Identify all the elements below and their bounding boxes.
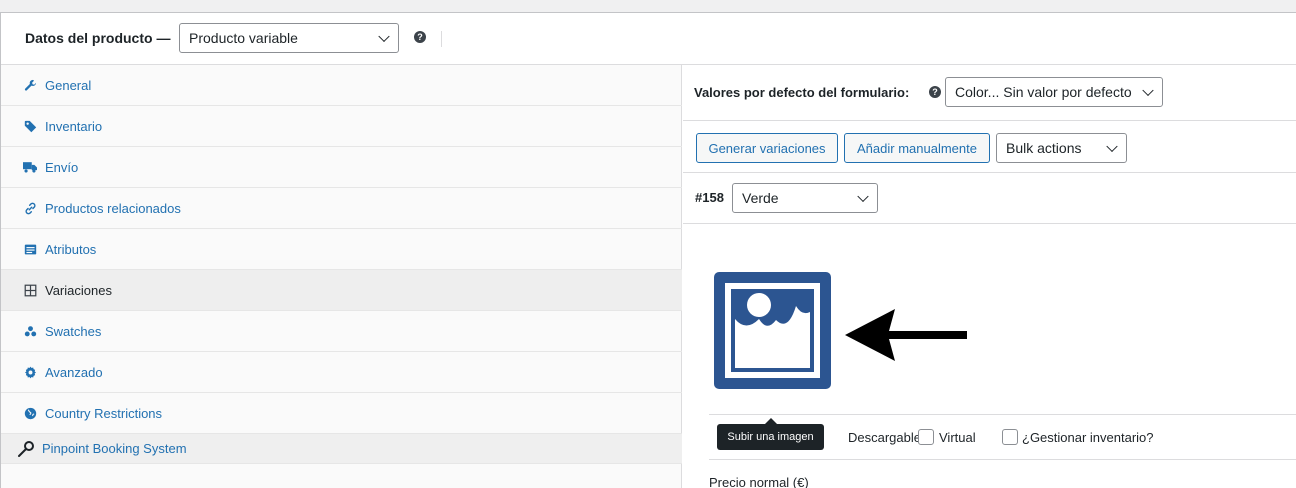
image-placeholder-icon	[725, 283, 820, 378]
tab-label: Productos relacionados	[45, 200, 181, 216]
tab-general[interactable]: General	[1, 65, 682, 106]
upload-image-button[interactable]	[714, 272, 831, 389]
panel-title: Datos del producto —	[25, 30, 171, 46]
grid-icon	[23, 283, 37, 297]
tab-label: Pinpoint Booking System	[42, 441, 187, 456]
tab-linked-products[interactable]: Productos relacionados	[1, 188, 682, 229]
product-data-panel: Datos del producto — Producto variable ?…	[0, 12, 1296, 488]
variation-header[interactable]: #158 Verde	[683, 173, 1296, 224]
divider	[441, 31, 442, 47]
manage-stock-label: ¿Gestionar inventario?	[1022, 430, 1154, 445]
help-icon[interactable]: ?	[929, 86, 941, 98]
tag-icon	[23, 119, 37, 133]
tab-label: Country Restrictions	[45, 405, 163, 421]
tab-inventory[interactable]: Inventario	[1, 106, 682, 147]
tab-swatches[interactable]: Swatches	[1, 311, 682, 352]
actions-row: Generar variaciones Añadir manualmente B…	[683, 121, 1296, 173]
tab-attributes[interactable]: Atributos	[1, 229, 682, 270]
tab-label: Envío	[45, 159, 79, 175]
dots-icon	[23, 324, 37, 338]
tab-label: Avanzado	[45, 364, 103, 380]
tab-variations[interactable]: Variaciones	[1, 270, 682, 311]
add-manually-button[interactable]: Añadir manualmente	[844, 133, 990, 163]
pin-icon	[17, 440, 35, 458]
tab-advanced[interactable]: Avanzado	[1, 352, 682, 393]
list-icon	[23, 242, 37, 256]
tab-shipping[interactable]: Envío	[1, 147, 682, 188]
regular-price-label: Precio normal (€)	[709, 475, 809, 488]
tab-label: Variaciones	[45, 282, 112, 298]
tab-label: Inventario	[45, 118, 103, 134]
tab-label: General	[45, 77, 92, 93]
upload-image-tooltip: Subir una imagen	[717, 418, 824, 450]
chevron-down-icon	[1142, 84, 1154, 97]
default-color-select[interactable]: Color... Sin valor por defecto	[945, 77, 1163, 107]
truck-icon	[23, 160, 37, 174]
globe-icon	[23, 406, 37, 420]
bulk-actions-value: Bulk actions	[1006, 140, 1082, 156]
defaults-row: Valores por defecto del formulario: ? Co…	[683, 65, 1296, 121]
virtual-checkbox[interactable]	[918, 429, 934, 445]
tab-country-restrictions[interactable]: Country Restrictions	[1, 393, 682, 434]
variation-color-value: Verde	[742, 190, 779, 206]
wrench-icon	[23, 78, 37, 92]
bulk-actions-select[interactable]: Bulk actions	[996, 133, 1127, 163]
virtual-label: Virtual	[939, 430, 976, 445]
panel-header: Datos del producto — Producto variable ?	[1, 13, 1296, 65]
chevron-down-icon	[857, 190, 869, 203]
generate-variations-button[interactable]: Generar variaciones	[696, 133, 838, 163]
product-type-value: Producto variable	[189, 30, 298, 46]
product-type-select[interactable]: Producto variable	[179, 23, 399, 53]
tab-label: Swatches	[45, 323, 102, 339]
help-icon[interactable]: ?	[414, 31, 426, 43]
tab-label: Atributos	[45, 241, 97, 257]
downloadable-label: Descargable	[848, 430, 921, 445]
link-icon	[23, 201, 37, 215]
arrow-left-icon	[845, 309, 967, 361]
gear-icon	[23, 365, 37, 379]
tab-pinpoint-booking[interactable]: Pinpoint Booking System	[1, 434, 682, 464]
variation-id: #158	[695, 190, 724, 205]
chevron-down-icon	[378, 30, 390, 43]
variation-color-select[interactable]: Verde	[732, 183, 878, 213]
product-data-tabs: General Inventario Envío Productos relac…	[1, 65, 682, 488]
manage-stock-checkbox[interactable]	[1002, 429, 1018, 445]
defaults-label: Valores por defecto del formulario:	[694, 85, 910, 100]
default-color-value: Color... Sin valor por defecto	[955, 84, 1132, 100]
chevron-down-icon	[1106, 140, 1118, 153]
